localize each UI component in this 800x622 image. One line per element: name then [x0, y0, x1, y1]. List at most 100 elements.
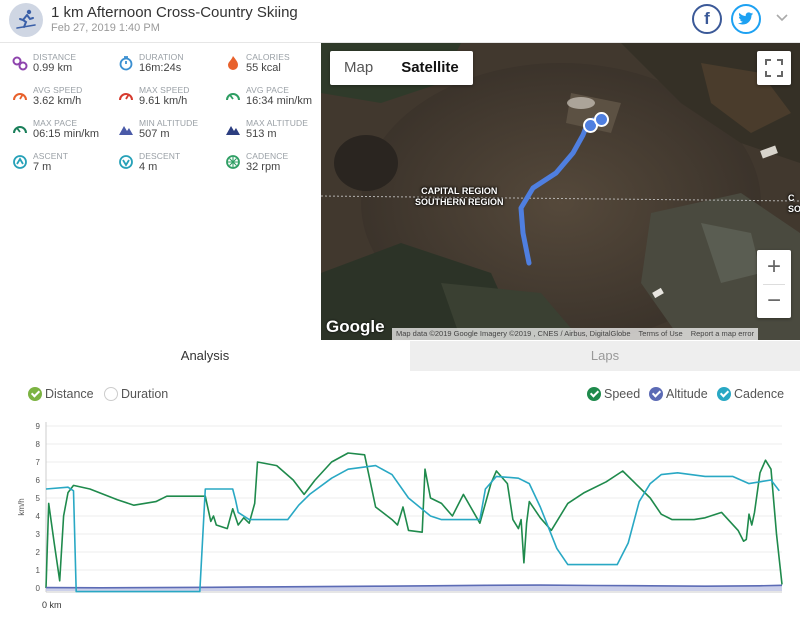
- stat-descent: DESCENT 4 m: [118, 151, 223, 179]
- descent-icon: [119, 155, 133, 169]
- terms-of-use-link[interactable]: Terms of Use: [635, 328, 687, 340]
- y-tick-label: 7: [36, 458, 41, 467]
- region-label-line-1: CAPITAL REGION: [421, 186, 498, 196]
- zoom-in-button[interactable]: +: [757, 250, 791, 284]
- stat-label: CALORIES: [246, 52, 290, 62]
- mountain-icon: [119, 126, 133, 135]
- y-tick-label: 1: [36, 566, 41, 575]
- facebook-icon: f: [704, 9, 710, 28]
- speed-check-icon: [587, 387, 601, 401]
- analysis-chart[interactable]: 0 1 2 3 4 5 6 7 8 9 km/h 0 km: [0, 411, 800, 617]
- flame-icon: [228, 56, 238, 70]
- altitude-toggle-label: Altitude: [666, 387, 708, 401]
- map-type-control: Map Satellite: [330, 51, 473, 85]
- chevron-down-icon[interactable]: [775, 10, 789, 29]
- y-tick-label: 9: [36, 422, 41, 431]
- twitter-icon: [738, 12, 754, 25]
- y-tick-label: 4: [36, 512, 41, 521]
- stat-label: AVG PACE: [246, 85, 289, 95]
- y-axis-label: km/h: [17, 498, 26, 515]
- region-label-right-line-1: C: [788, 193, 795, 203]
- fullscreen-icon: [765, 59, 783, 77]
- stopwatch-icon: [119, 56, 133, 71]
- stat-value: 0.99 km: [33, 62, 73, 74]
- region-label-right: C SO: [788, 193, 800, 215]
- satellite-imagery: [321, 43, 800, 340]
- stat-value: 16:34 min/km: [246, 95, 313, 107]
- stat-value: 32 rpm: [246, 161, 281, 173]
- stat-calories: CALORIES 55 kcal: [225, 52, 330, 80]
- finish-marker-icon[interactable]: [594, 112, 609, 127]
- analysis-panel: Distance Duration Speed Altitude Cadence…: [0, 371, 800, 617]
- stat-label: DESCENT: [139, 151, 181, 161]
- stat-label: ASCENT: [33, 151, 69, 161]
- y-tick-label: 5: [36, 494, 41, 503]
- region-label-capital: CAPITAL REGION SOUTHERN REGION: [415, 186, 504, 208]
- stat-value: 55 kcal: [246, 62, 281, 74]
- altitude-check-icon: [649, 387, 663, 401]
- ascent-icon: [13, 155, 27, 169]
- distance-check-icon: [28, 387, 42, 401]
- route-map[interactable]: CAPITAL REGION SOUTHERN REGION C SO Map …: [321, 43, 800, 340]
- stat-value: 9.61 km/h: [139, 95, 188, 107]
- stat-label: MAX PACE: [33, 118, 78, 128]
- stat-label: CADENCE: [246, 151, 289, 161]
- stat-avg-speed: AVG SPEED 3.62 km/h: [12, 85, 117, 113]
- stat-distance: DISTANCE 0.99 km: [12, 52, 117, 80]
- tab-laps[interactable]: Laps: [410, 341, 800, 371]
- stat-min-altitude: MIN ALTITUDE 507 m: [118, 118, 223, 146]
- cadence-toggle-label: Cadence: [734, 387, 785, 401]
- stat-cadence: CADENCE 32 rpm: [225, 151, 330, 179]
- activity-title: 1 km Afternoon Cross-Country Skiing: [51, 4, 298, 21]
- cadence-icon: [226, 155, 240, 169]
- twitter-share-button[interactable]: [731, 4, 761, 34]
- speed-toggle[interactable]: Speed: [587, 387, 640, 401]
- zoom-divider: [763, 284, 785, 285]
- map-type-satellite-button[interactable]: Satellite: [387, 51, 473, 85]
- distance-toggle-label: Distance: [45, 387, 94, 401]
- stat-value: 7 m: [33, 161, 52, 173]
- altitude-toggle[interactable]: Altitude: [649, 387, 708, 401]
- speedometer-icon: [13, 93, 27, 101]
- fullscreen-button[interactable]: [757, 51, 791, 85]
- stat-value: 06:15 min/km: [33, 128, 100, 140]
- y-tick-label: 3: [36, 530, 41, 539]
- x-tick-label: 0 km: [42, 600, 62, 610]
- distance-toggle[interactable]: Distance: [28, 387, 94, 401]
- stat-value: 4 m: [139, 161, 158, 173]
- stats-panel: DISTANCE 0.99 km DURATION 16m:24s CALORIES 55…: [0, 43, 320, 340]
- cadence-check-icon: [717, 387, 731, 401]
- tab-analysis[interactable]: Analysis: [0, 341, 410, 371]
- map-type-map-button[interactable]: Map: [330, 51, 387, 85]
- analysis-chart-svg[interactable]: 0 1 2 3 4 5 6 7 8 9 km/h 0 km: [0, 411, 800, 617]
- speedometer-icon: [119, 93, 133, 101]
- facebook-share-button[interactable]: f: [692, 4, 722, 34]
- stat-label: MAX ALTITUDE: [246, 118, 308, 128]
- duration-toggle[interactable]: Duration: [104, 387, 168, 401]
- stat-duration: DURATION 16m:24s: [118, 52, 223, 80]
- report-map-error-link[interactable]: Report a map error: [687, 328, 758, 340]
- map-attribution: Map data ©2019 Google Imagery ©2019 , CN…: [396, 329, 631, 338]
- y-tick-label: 8: [36, 440, 41, 449]
- region-label-line-2: SOUTHERN REGION: [415, 197, 504, 207]
- stat-value: 507 m: [139, 128, 170, 140]
- zoom-out-button[interactable]: −: [757, 284, 791, 318]
- region-label-right-line-2: SO: [788, 204, 800, 214]
- series-line-cadence: [45, 464, 780, 593]
- map-attribution-bar: Map data ©2019 Google Imagery ©2019 , CN…: [392, 328, 759, 340]
- stat-label: MAX SPEED: [139, 85, 190, 95]
- stat-label: MIN ALTITUDE: [139, 118, 199, 128]
- google-logo[interactable]: Google: [326, 317, 385, 337]
- distance-icon: [12, 56, 28, 71]
- y-tick-label: 0: [36, 584, 41, 593]
- stat-ascent: ASCENT 7 m: [12, 151, 117, 179]
- pace-gauge-icon: [13, 126, 27, 134]
- pace-gauge-icon: [226, 93, 240, 101]
- stat-max-pace: MAX PACE 06:15 min/km: [12, 118, 117, 146]
- stat-label: DISTANCE: [33, 52, 77, 62]
- duration-toggle-label: Duration: [121, 387, 169, 401]
- cadence-toggle[interactable]: Cadence: [717, 387, 784, 401]
- stat-max-altitude: MAX ALTITUDE 513 m: [225, 118, 330, 146]
- duration-radio-icon: [104, 387, 118, 401]
- stat-value: 16m:24s: [139, 62, 182, 74]
